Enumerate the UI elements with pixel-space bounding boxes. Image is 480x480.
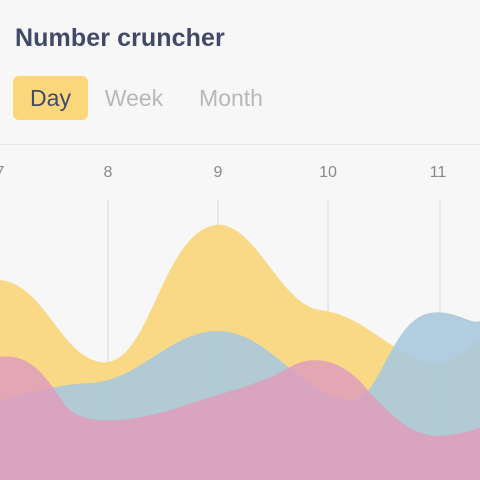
x-tick-label: 8 xyxy=(104,164,113,181)
tab-month[interactable]: Month xyxy=(191,76,271,120)
header: Number cruncher Day Week Month xyxy=(0,0,480,145)
x-tick-label: 9 xyxy=(214,164,223,181)
tab-day[interactable]: Day xyxy=(13,76,88,120)
x-tick-label: 7 xyxy=(0,164,5,181)
x-tick-label: 10 xyxy=(319,164,337,181)
x-axis: 7 8 9 10 11 xyxy=(0,164,446,181)
x-tick-label: 11 xyxy=(430,164,447,181)
page-title: Number cruncher xyxy=(15,24,225,52)
tab-week[interactable]: Week xyxy=(101,76,167,120)
stacked-area-chart: 7 8 9 10 11 xyxy=(0,164,480,480)
